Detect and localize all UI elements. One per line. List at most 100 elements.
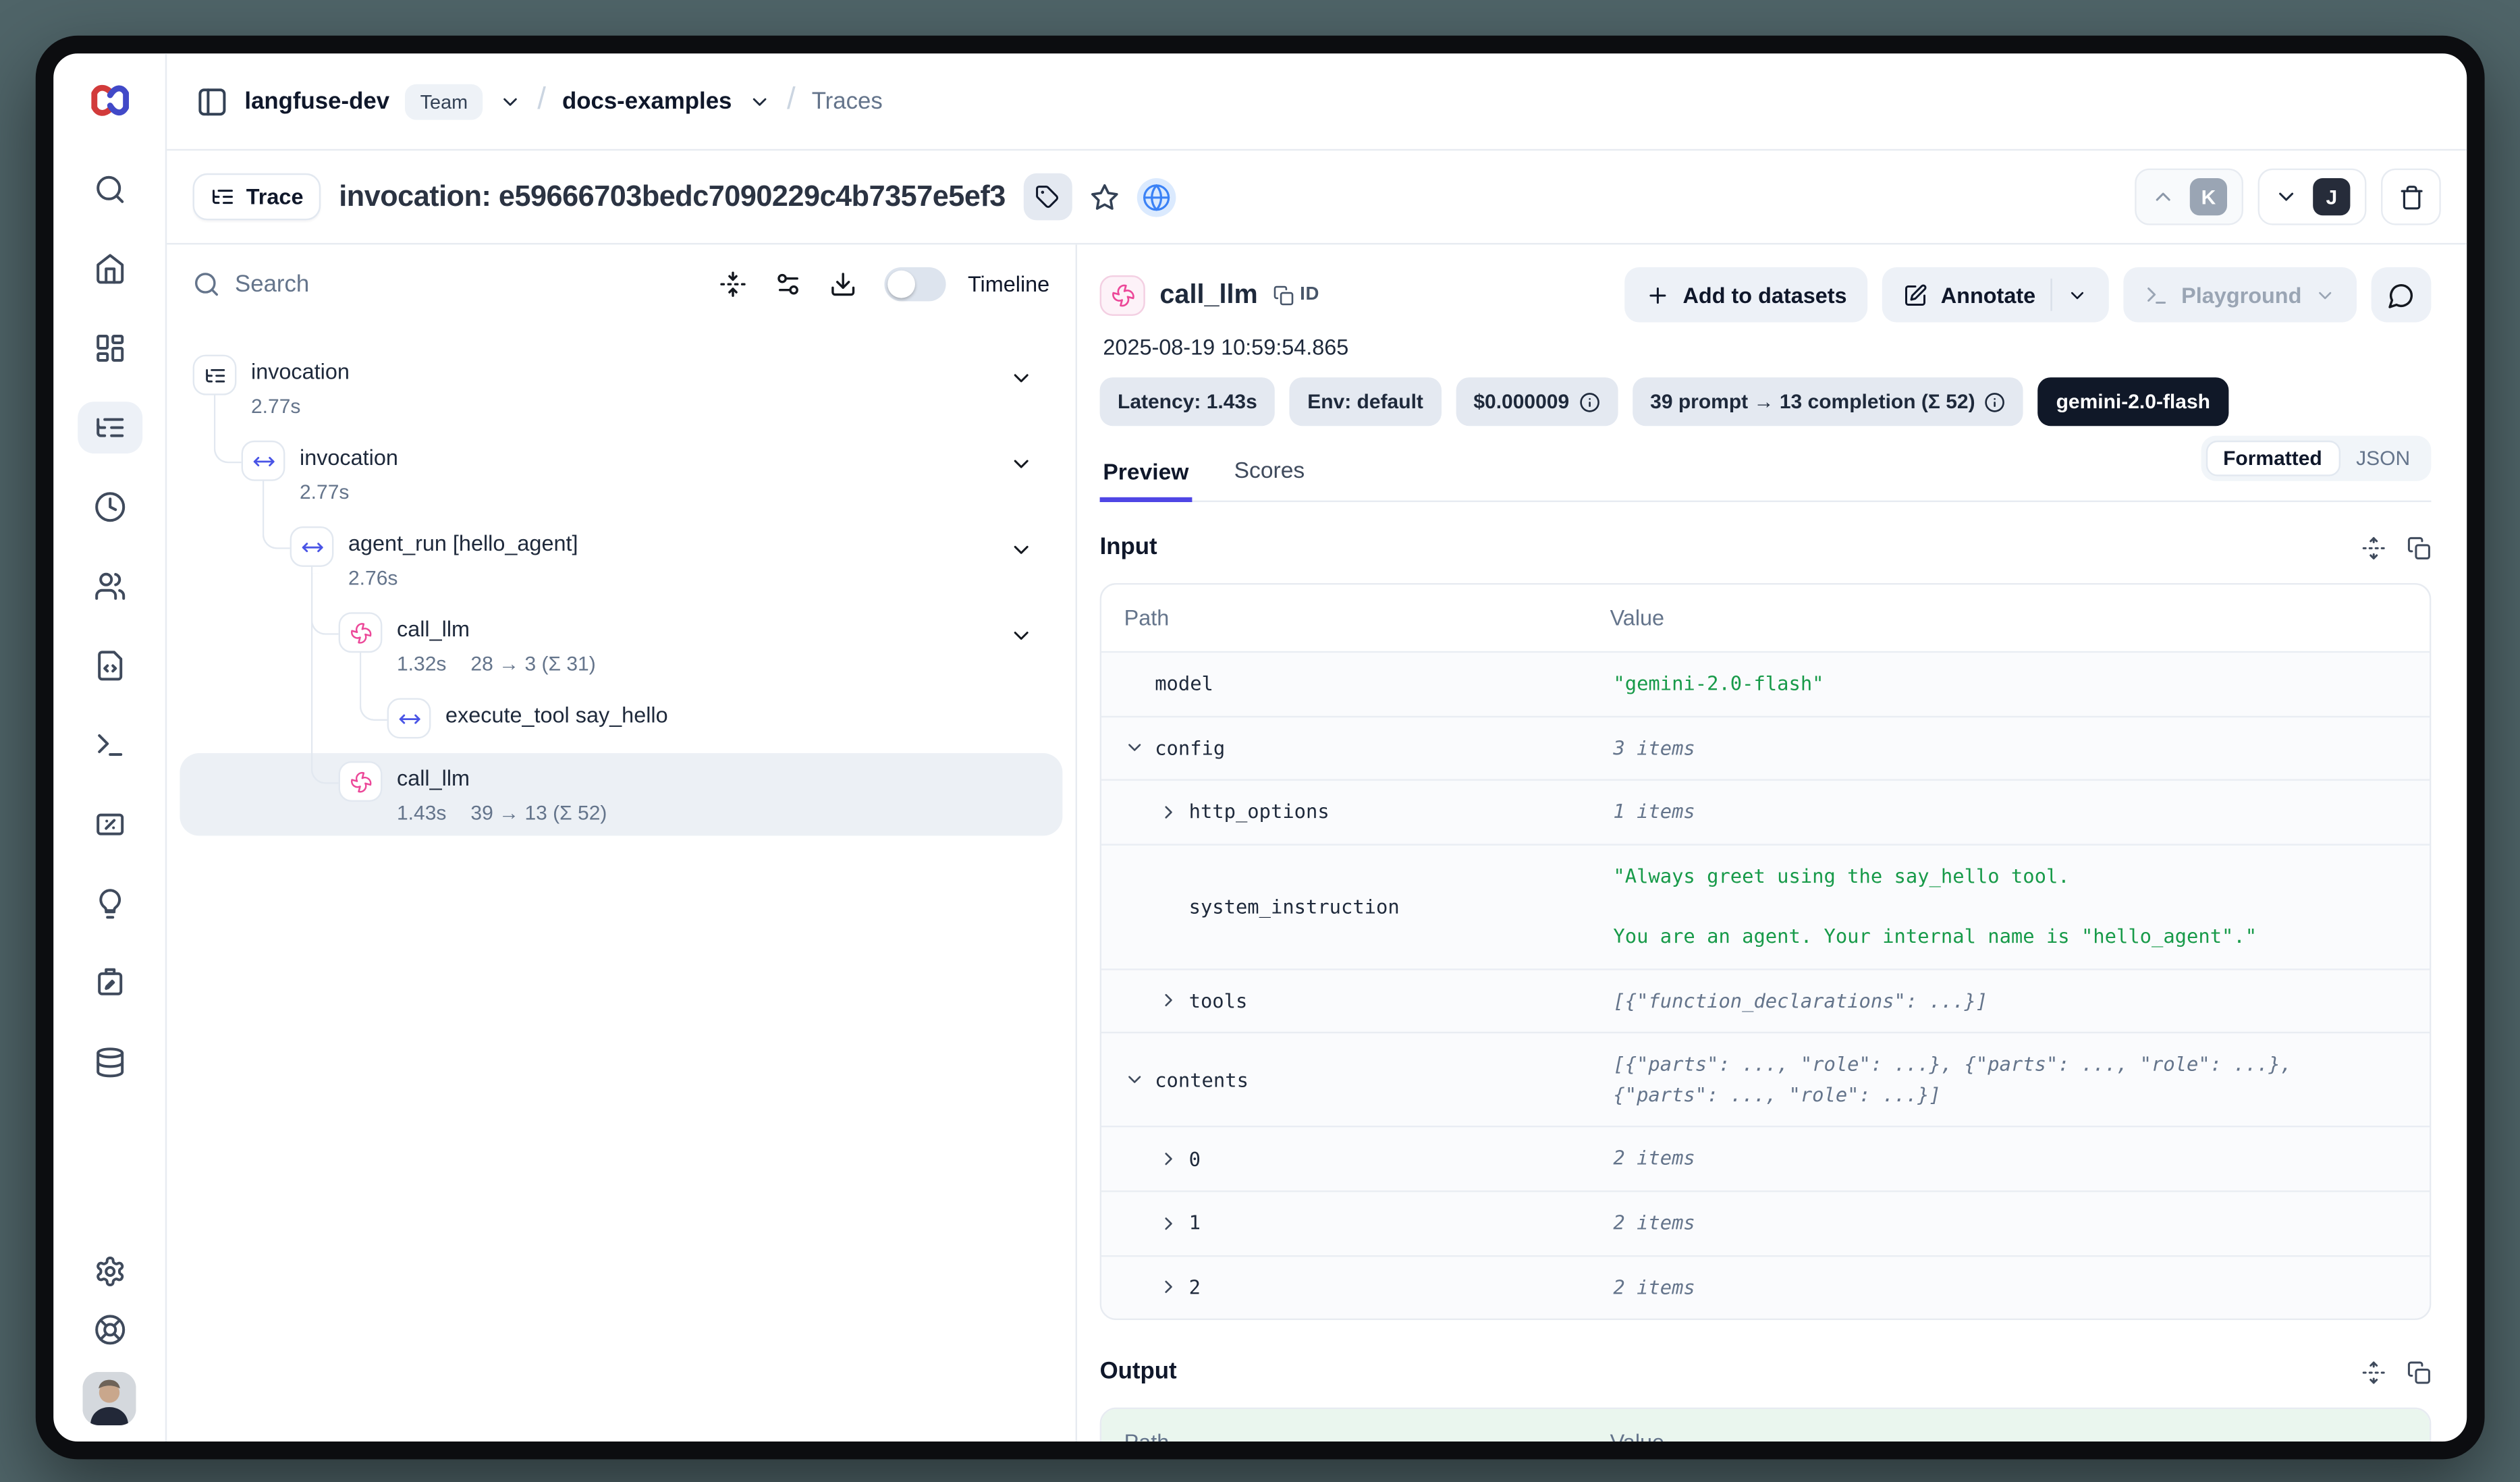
scores-card-icon[interactable] xyxy=(93,808,126,841)
table-row[interactable]: tools [{"function_declarations": ...}] xyxy=(1101,968,2430,1032)
next-trace-button[interactable]: J xyxy=(2258,169,2367,225)
row-chevron-icon[interactable] xyxy=(1158,1213,1179,1234)
chevron-down-icon[interactable] xyxy=(499,90,522,113)
comments-button[interactable] xyxy=(2372,267,2432,323)
metric-badge[interactable]: $0.000009 xyxy=(1456,377,1618,426)
table-row[interactable]: contents [{"parts": ..., "role": ...}, {… xyxy=(1101,1032,2430,1126)
row-chevron-icon[interactable] xyxy=(1124,1070,1145,1091)
copy-id-button[interactable]: ID xyxy=(1272,284,1319,305)
tab[interactable]: Preview xyxy=(1100,449,1193,502)
trace-type-badge: Trace xyxy=(193,173,321,221)
tag-icon[interactable] xyxy=(1023,173,1072,221)
user-avatar[interactable] xyxy=(82,1372,136,1425)
path-cell: 2 xyxy=(1124,1276,1610,1299)
add-to-datasets-button[interactable]: Add to datasets xyxy=(1624,267,1868,323)
collapse-chevron-icon[interactable] xyxy=(1009,624,1033,648)
table-row[interactable]: 2 2 items xyxy=(1101,1255,2430,1319)
expand-vertical-icon[interactable] xyxy=(2361,535,2386,559)
info-icon xyxy=(1985,391,2006,412)
tab[interactable]: Scores xyxy=(1231,447,1308,500)
metric-badge[interactable]: Env: default xyxy=(1290,377,1442,426)
plus-icon xyxy=(1645,283,1670,307)
playground-terminal-icon[interactable] xyxy=(93,729,126,761)
value-cell: "gemini-2.0-flash" xyxy=(1610,669,2407,699)
observation-type-icon xyxy=(387,698,431,738)
breadcrumb-project[interactable]: docs-examples xyxy=(562,88,732,114)
breadcrumb-org[interactable]: langfuse-dev xyxy=(244,88,389,114)
home-icon[interactable] xyxy=(93,252,126,285)
table-row[interactable]: config 3 items xyxy=(1101,715,2430,779)
sidebar-toggle-icon[interactable] xyxy=(196,85,228,117)
prev-trace-button[interactable]: K xyxy=(2135,169,2243,225)
breadcrumb-page[interactable]: Traces xyxy=(812,88,883,114)
observation-label: call_llm xyxy=(397,761,607,790)
delete-trace-button[interactable] xyxy=(2381,169,2441,225)
settings-gear-icon[interactable] xyxy=(93,1255,126,1288)
input-table-rows: model "gemini-2.0-flash" config 3 items xyxy=(1101,651,2430,1319)
lightbulb-icon[interactable] xyxy=(93,887,126,920)
trace-title: invocation: e59666703bedc7090229c4b7357e… xyxy=(339,180,1006,213)
path-cell: 1 xyxy=(1124,1212,1610,1235)
public-globe-icon[interactable] xyxy=(1136,177,1176,217)
table-row[interactable]: system_instruction "Always greet using t… xyxy=(1101,844,2430,968)
collapse-chevron-icon[interactable] xyxy=(1009,366,1033,390)
row-chevron-icon[interactable] xyxy=(1158,1149,1179,1170)
datasets-database-icon[interactable] xyxy=(93,1046,126,1078)
annotation-clipboard-icon[interactable] xyxy=(93,967,126,999)
value-cell: 2 items xyxy=(1610,1144,2407,1174)
chevron-down-icon xyxy=(2315,284,2336,305)
copy-icon[interactable] xyxy=(2407,535,2431,559)
observation-duration: 1.32s xyxy=(397,653,446,676)
tree-row[interactable]: invocation 2.77s xyxy=(180,433,1062,515)
sidebar-item-traces[interactable] xyxy=(77,402,142,454)
observation-metrics: 1.43s 39 → 13 (Σ 52) xyxy=(397,802,607,825)
row-chevron-icon[interactable] xyxy=(1158,802,1179,823)
row-chevron-icon[interactable] xyxy=(1158,990,1179,1011)
annotate-button[interactable]: Annotate xyxy=(1882,267,2108,323)
search-input[interactable] xyxy=(235,271,429,297)
download-icon[interactable] xyxy=(830,271,858,298)
observation-name: call_llm xyxy=(1159,279,1257,310)
playground-button[interactable]: Playground xyxy=(2123,267,2357,323)
observation-label: call_llm xyxy=(397,612,596,641)
metric-badge[interactable]: Latency: 1.43s xyxy=(1100,377,1276,426)
value-cell: "Always greet using the say_hello tool. … xyxy=(1610,861,2407,952)
collapse-all-icon[interactable] xyxy=(720,271,748,298)
support-lifebuoy-icon[interactable] xyxy=(93,1313,126,1346)
metric-badge[interactable]: gemini-2.0-flash xyxy=(2038,377,2228,426)
breadcrumb: langfuse-dev Team / docs-examples / Trac… xyxy=(167,53,2467,150)
io-preview[interactable]: Input Path Value xyxy=(1100,502,2432,1442)
search-box[interactable] xyxy=(193,271,692,298)
users-icon[interactable] xyxy=(93,570,126,603)
table-row[interactable]: http_options 1 items xyxy=(1101,779,2430,844)
tree-settings-icon[interactable] xyxy=(775,271,802,298)
dashboard-icon[interactable] xyxy=(93,332,126,364)
path-text: model xyxy=(1155,673,1213,696)
format-formatted-option[interactable]: Formatted xyxy=(2206,441,2340,476)
table-row[interactable]: model "gemini-2.0-flash" xyxy=(1101,651,2430,715)
timeline-toggle[interactable] xyxy=(885,267,947,301)
tree-row[interactable]: invocation 2.77s xyxy=(180,347,1062,429)
search-icon[interactable] xyxy=(93,173,126,206)
chevron-down-icon[interactable] xyxy=(2066,284,2087,305)
row-chevron-icon[interactable] xyxy=(1124,738,1145,759)
format-toggle: Formatted JSON xyxy=(2200,436,2431,481)
sessions-clock-icon[interactable] xyxy=(93,491,126,523)
star-icon[interactable] xyxy=(1090,182,1119,211)
expand-vertical-icon[interactable] xyxy=(2361,1360,2386,1384)
path-text: 0 xyxy=(1189,1148,1201,1171)
copy-icon[interactable] xyxy=(2407,1360,2431,1384)
tree-row[interactable]: call_llm 1.43s 39 → 13 (Σ 52) xyxy=(180,753,1062,835)
chevron-down-icon[interactable] xyxy=(748,90,771,113)
path-text: contents xyxy=(1155,1068,1249,1091)
table-row[interactable]: 1 2 items xyxy=(1101,1190,2430,1255)
collapse-chevron-icon[interactable] xyxy=(1009,452,1033,476)
metric-badge[interactable]: 39 prompt → 13 completion (Σ 52) xyxy=(1633,377,2024,426)
row-chevron-icon[interactable] xyxy=(1158,1277,1179,1298)
format-json-option[interactable]: JSON xyxy=(2340,441,2426,476)
tree-row-text: invocation 2.77s xyxy=(251,355,350,418)
table-row[interactable]: 0 2 items xyxy=(1101,1126,2430,1190)
prompts-file-icon[interactable] xyxy=(93,649,126,682)
collapse-chevron-icon[interactable] xyxy=(1009,538,1033,562)
column-value: Value xyxy=(1610,606,2407,630)
